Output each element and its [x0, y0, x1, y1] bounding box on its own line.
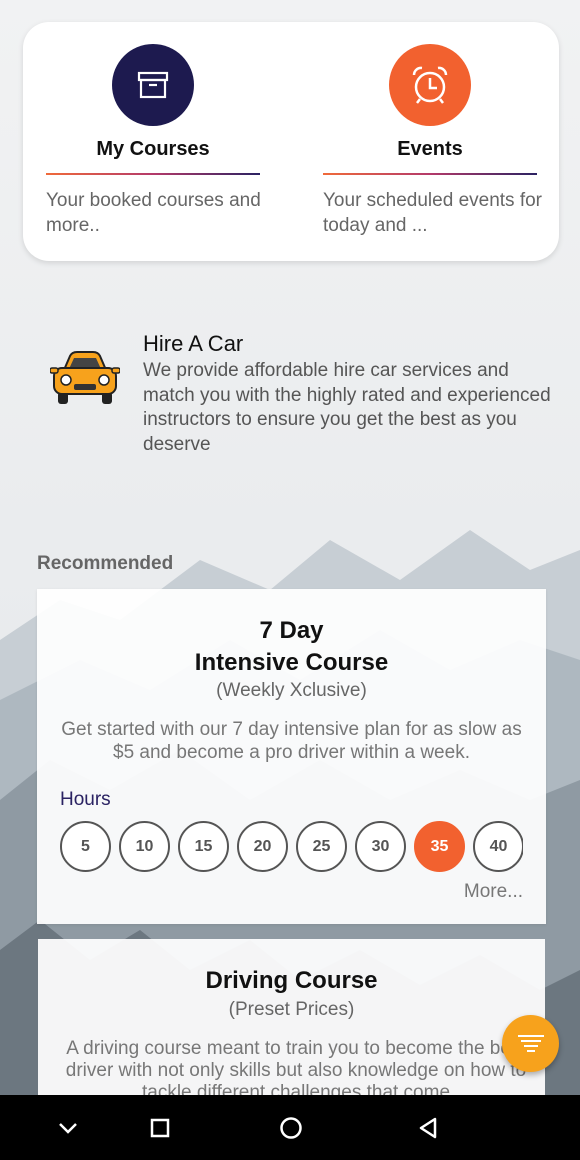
filter-fab-button[interactable]	[502, 1015, 559, 1072]
my-courses-description: Your booked courses and more..	[46, 190, 261, 236]
events-tile[interactable]: Events Your scheduled events for today a…	[323, 22, 542, 261]
hour-chip[interactable]: 5	[60, 821, 111, 872]
car-icon	[49, 348, 121, 408]
quick-access-card: My Courses Your booked courses and more.…	[23, 22, 559, 261]
events-description: Your scheduled events for today and ...	[323, 190, 543, 236]
hire-a-car-description: We provide affordable hire car services …	[143, 360, 551, 455]
hour-chip[interactable]: 25	[296, 821, 347, 872]
my-courses-title: My Courses	[96, 138, 210, 160]
chevron-down-icon[interactable]	[52, 1112, 84, 1144]
my-courses-underline	[46, 173, 260, 175]
system-nav-bar	[0, 1095, 580, 1160]
filter-icon	[517, 1034, 544, 1052]
hour-chip[interactable]: 40	[473, 821, 523, 872]
hour-chip[interactable]: 30	[355, 821, 406, 872]
back-triangle-icon[interactable]	[412, 1112, 444, 1144]
course-title: 7 Day Intensive Course	[37, 615, 546, 679]
hire-a-car-title: Hire A Car	[143, 331, 244, 356]
more-link[interactable]: More...	[464, 881, 523, 903]
hour-chip[interactable]: 20	[237, 821, 288, 872]
hours-selector[interactable]: 5 10 15 20 25 30 35 40	[60, 821, 523, 873]
events-title: Events	[397, 138, 463, 160]
course-subtitle: (Weekly Xclusive)	[216, 680, 367, 701]
events-underline	[323, 173, 537, 175]
course-title: Driving Course	[205, 967, 378, 994]
course-title-line2: Intensive Course	[194, 649, 389, 676]
my-courses-tile[interactable]: My Courses Your booked courses and more.…	[46, 22, 261, 261]
hours-label: Hours	[60, 789, 111, 810]
course-card-7-day[interactable]: 7 Day Intensive Course (Weekly Xclusive)…	[37, 589, 546, 924]
recommended-heading: Recommended	[37, 553, 174, 574]
hour-chip[interactable]: 15	[178, 821, 229, 872]
square-icon[interactable]	[144, 1112, 176, 1144]
archive-box-icon	[112, 44, 194, 126]
hour-chip[interactable]: 10	[119, 821, 170, 872]
circle-icon[interactable]	[275, 1112, 307, 1144]
hour-chip-selected[interactable]: 35	[414, 821, 465, 872]
alarm-clock-icon	[389, 44, 471, 126]
course-title-line1: 7 Day	[259, 617, 324, 644]
course-subtitle: (Preset Prices)	[228, 999, 355, 1020]
hire-a-car-section[interactable]: Hire A Car We provide affordable hire ca…	[0, 330, 580, 470]
course-description: Get started with our 7 day intensive pla…	[61, 719, 522, 763]
